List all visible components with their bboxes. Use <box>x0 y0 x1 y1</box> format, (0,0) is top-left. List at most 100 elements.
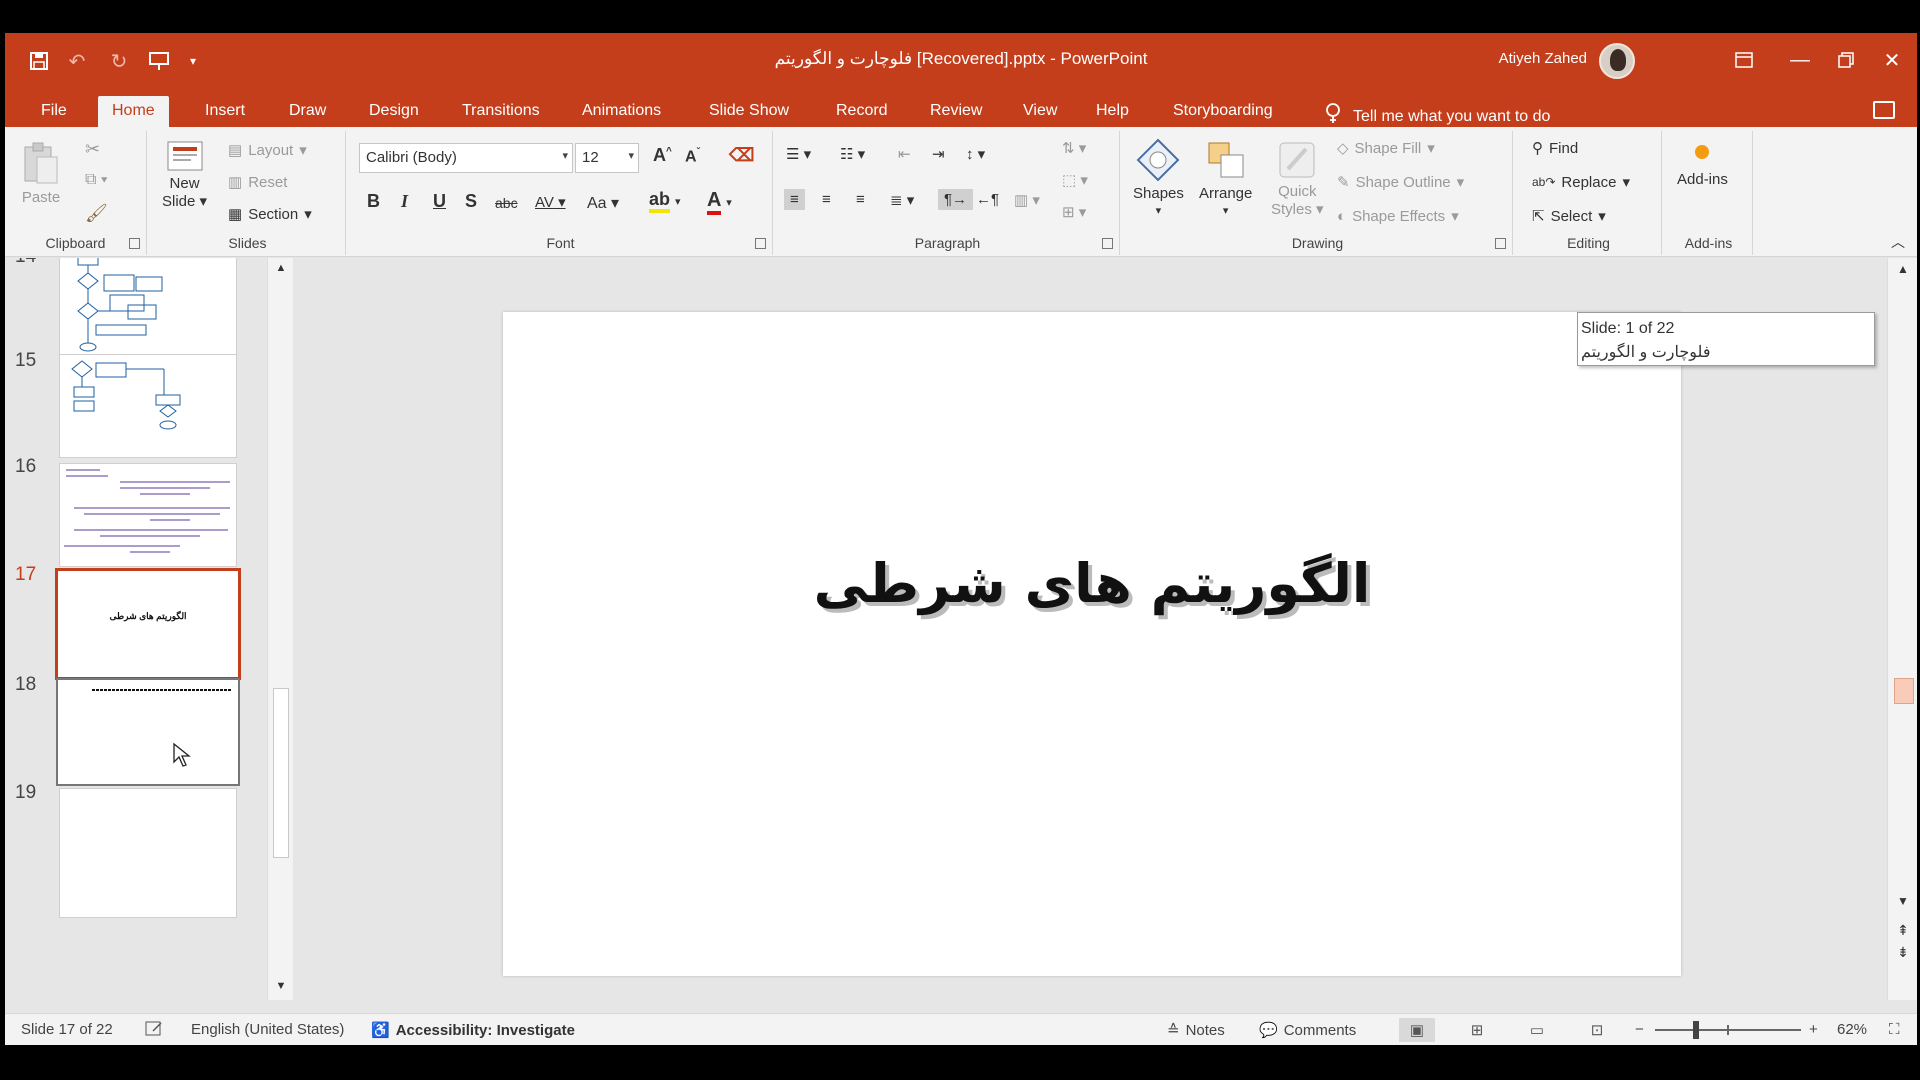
avatar[interactable] <box>1599 43 1635 79</box>
select-button[interactable]: ⇱ Select ▾ <box>1532 207 1606 226</box>
format-painter-icon[interactable]: 🖌 <box>85 203 108 224</box>
slide-thumbnail-17[interactable]: الگوریتم های شرطی <box>55 568 241 680</box>
tab-draw[interactable]: Draw <box>275 96 340 127</box>
align-right-icon[interactable]: ≡ <box>856 191 865 208</box>
tab-view[interactable]: View <box>1009 96 1071 127</box>
zoom-level[interactable]: 62% <box>1837 1021 1867 1038</box>
rtl-icon[interactable]: ←¶ <box>976 191 999 208</box>
new-slide-button[interactable]: New Slide ▾ <box>162 139 207 210</box>
tab-file[interactable]: File <box>27 96 81 127</box>
tab-slide-show[interactable]: Slide Show <box>695 96 803 127</box>
clear-formatting-icon[interactable]: ⌫ <box>729 145 754 166</box>
slide-thumbnail-15[interactable] <box>59 354 237 458</box>
scrollbar-thumb[interactable] <box>1894 678 1914 704</box>
align-center-icon[interactable]: ≡ <box>822 191 831 208</box>
collapse-ribbon-icon[interactable]: ︿ <box>1891 232 1905 252</box>
reading-view-icon[interactable]: ▭ <box>1519 1018 1555 1042</box>
shrink-font-icon[interactable]: Aˇ <box>685 147 700 166</box>
underline-button[interactable]: U <box>433 191 446 212</box>
smartart-icon[interactable]: ⊞ ▾ <box>1062 203 1086 221</box>
zoom-in-icon[interactable]: + <box>1809 1021 1818 1038</box>
shape-fill-button[interactable]: ◇ Shape Fill ▾ <box>1337 139 1435 158</box>
next-slide-icon[interactable]: ⇟ <box>1888 944 1917 961</box>
restore-icon[interactable] <box>1823 43 1869 77</box>
character-spacing-button[interactable]: AV ▾ <box>535 193 566 211</box>
tab-animations[interactable]: Animations <box>568 96 675 127</box>
shape-effects-button[interactable]: ◐ Shape Effects ▾ <box>1337 207 1459 226</box>
replace-button[interactable]: ab↷ Replace ▾ <box>1532 173 1630 192</box>
align-text-icon[interactable]: ⬚ ▾ <box>1062 171 1088 189</box>
zoom-slider-knob[interactable] <box>1693 1021 1699 1039</box>
close-icon[interactable]: ✕ <box>1869 43 1915 77</box>
tab-home[interactable]: Home <box>98 96 169 127</box>
tab-insert[interactable]: Insert <box>191 96 259 127</box>
slide-title[interactable]: الگوریتم های شرطی <box>503 552 1681 615</box>
tab-storyboarding[interactable]: Storyboarding <box>1159 96 1287 127</box>
italic-button[interactable]: I <box>401 191 408 212</box>
slide-thumbnail-16[interactable] <box>59 463 237 567</box>
text-direction-icon[interactable]: ⇅ ▾ <box>1062 139 1086 157</box>
accessibility-checker[interactable]: ♿ Accessibility: Investigate <box>371 1021 575 1040</box>
comments-button[interactable]: 💬 Comments <box>1259 1021 1356 1040</box>
tell-me-search[interactable]: Tell me what you want to do <box>1325 103 1550 130</box>
drawing-launcher-icon[interactable] <box>1495 238 1506 249</box>
previous-slide-icon[interactable]: ⇞ <box>1888 922 1917 939</box>
slide-thumbnail-18[interactable] <box>56 678 240 786</box>
scrollbar-thumb[interactable] <box>273 688 289 858</box>
comments-pane-icon[interactable] <box>1873 101 1895 119</box>
columns-icon[interactable]: ▥ ▾ <box>1014 191 1040 209</box>
slide-sorter-view-icon[interactable]: ⊞ <box>1459 1018 1495 1042</box>
scroll-up-icon[interactable]: ▲ <box>1888 262 1917 276</box>
strikethrough-button[interactable]: abc <box>495 195 518 211</box>
minimize-icon[interactable]: — <box>1777 43 1823 77</box>
text-shadow-button[interactable]: S <box>465 191 477 212</box>
slide-thumbnail-19[interactable] <box>59 788 237 918</box>
layout-button[interactable]: ▤ Layout ▾ <box>228 141 307 160</box>
copy-icon[interactable]: ⧉ ▾ <box>85 171 108 189</box>
tab-record[interactable]: Record <box>822 96 902 127</box>
font-name-combo[interactable]: Calibri (Body) ▾ <box>359 143 573 173</box>
shape-outline-button[interactable]: ✎ Shape Outline ▾ <box>1337 173 1464 192</box>
thumbnail-scrollbar[interactable]: ▲ ▼ <box>267 258 293 1000</box>
scroll-down-icon[interactable]: ▼ <box>1888 894 1917 908</box>
change-case-button[interactable]: Aa ▾ <box>587 193 619 213</box>
tab-review[interactable]: Review <box>916 96 996 127</box>
paragraph-launcher-icon[interactable] <box>1102 238 1113 249</box>
numbering-icon[interactable]: ☷ ▾ <box>840 145 865 163</box>
tab-transitions[interactable]: Transitions <box>448 96 554 127</box>
normal-view-icon[interactable]: ▣ <box>1399 1018 1435 1042</box>
slide-thumbnail-14[interactable] <box>59 258 237 356</box>
user-name[interactable]: Atiyeh Zahed <box>1499 50 1587 67</box>
bullets-icon[interactable]: ☰ ▾ <box>786 145 811 163</box>
bold-button[interactable]: B <box>367 191 380 212</box>
notes-button[interactable]: ≙ Notes <box>1167 1021 1225 1040</box>
grow-font-icon[interactable]: A^ <box>653 145 672 166</box>
section-button[interactable]: ▦ Section ▾ <box>228 205 312 224</box>
addins-button[interactable]: Add-ins <box>1677 145 1728 188</box>
highlight-color-icon[interactable]: ab ▾ <box>649 189 681 213</box>
find-button[interactable]: ⚲ Find <box>1532 139 1578 158</box>
justify-icon[interactable]: ≣ ▾ <box>890 191 914 209</box>
font-size-combo[interactable]: 12 ▾ <box>575 143 639 173</box>
zoom-out-icon[interactable]: − <box>1635 1021 1644 1038</box>
increase-indent-icon[interactable]: ⇥ <box>932 145 945 163</box>
scroll-down-icon[interactable]: ▼ <box>268 980 294 992</box>
slide-show-view-icon[interactable]: ⊡ <box>1579 1018 1615 1042</box>
decrease-indent-icon[interactable]: ⇤ <box>898 145 911 163</box>
paste-button[interactable]: Paste <box>21 141 61 206</box>
language-indicator[interactable]: English (United States) <box>191 1021 344 1038</box>
arrange-button[interactable]: Arrange ▾ <box>1199 137 1252 217</box>
font-color-icon[interactable]: A ▾ <box>707 189 732 215</box>
reset-button[interactable]: ▥ Reset <box>228 173 287 192</box>
line-spacing-icon[interactable]: ↕ ▾ <box>966 145 985 163</box>
fit-to-window-icon[interactable]: ⛶ <box>1889 1021 1900 1038</box>
clipboard-launcher-icon[interactable] <box>129 238 140 249</box>
quick-styles-button[interactable]: Quick Styles ▾ <box>1271 137 1324 218</box>
ribbon-display-options-icon[interactable] <box>1721 43 1767 77</box>
spelling-check-icon[interactable] <box>145 1021 163 1037</box>
shapes-button[interactable]: Shapes ▾ <box>1133 137 1184 217</box>
cut-icon[interactable]: ✂ <box>85 139 100 160</box>
tab-design[interactable]: Design <box>355 96 433 127</box>
tab-help[interactable]: Help <box>1082 96 1143 127</box>
slide-canvas[interactable]: الگوریتم های شرطی <box>503 312 1681 976</box>
